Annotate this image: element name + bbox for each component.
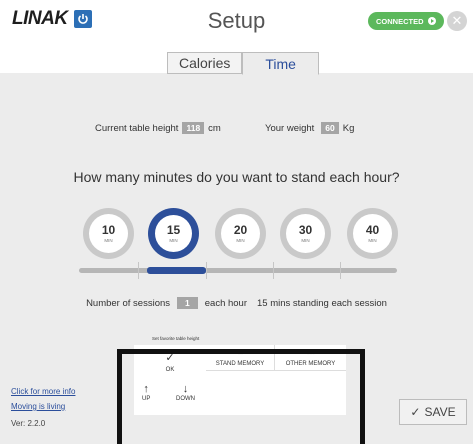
minutes-option-40[interactable]: 40 MIN — [347, 208, 398, 259]
minutes-option-15[interactable]: 15 MIN — [148, 208, 199, 259]
slider-tick — [340, 262, 341, 279]
weight-label: Your weight — [265, 122, 315, 134]
favorite-height-label: Set favorite table height — [152, 336, 200, 341]
sessions-row: Number of sessions 1 each hour 15 mins s… — [0, 297, 473, 309]
minutes-value: 15 — [166, 223, 181, 237]
sessions-value[interactable]: 1 — [177, 297, 198, 309]
tab-bar: Calories Time — [167, 52, 319, 75]
table-height-unit: cm — [208, 122, 221, 134]
minutes-option-30[interactable]: 30 MIN — [280, 208, 331, 259]
table-height-value[interactable]: 118 — [182, 122, 205, 134]
minutes-value: 40 — [365, 223, 380, 237]
minutes-unit: MIN — [104, 238, 113, 243]
minutes-option-10[interactable]: 10 MIN — [83, 208, 134, 259]
minutes-unit: MIN — [301, 238, 310, 243]
weight-unit: Kg — [342, 122, 355, 134]
sessions-label: Number of sessions — [86, 297, 171, 309]
sessions-summary: 15 mins standing each session — [257, 297, 387, 309]
tab-time[interactable]: Time — [242, 52, 319, 75]
slider-tick — [206, 262, 207, 279]
slider-tick — [273, 262, 274, 279]
minutes-value: 20 — [233, 223, 248, 237]
minutes-unit: MIN — [236, 238, 245, 243]
table-height-row: Current table height 118 cm — [95, 122, 221, 134]
slider-tick — [138, 262, 139, 279]
connection-status-badge[interactable]: CONNECTED — [368, 12, 444, 30]
stand-question: How many minutes do you want to stand ea… — [73, 169, 400, 185]
sessions-suffix: each hour — [204, 297, 248, 309]
overlay-frame — [117, 349, 365, 444]
weight-value[interactable]: 60 — [321, 122, 339, 134]
checkmark-icon: ✓ — [410, 405, 421, 419]
save-label: SAVE — [424, 405, 456, 419]
minutes-unit: MIN — [169, 238, 178, 243]
app-header: LINAK Setup CONNECTED ✕ — [0, 0, 473, 40]
minutes-value: 30 — [298, 223, 313, 237]
minutes-slider-fill[interactable] — [147, 267, 206, 274]
close-icon: ✕ — [451, 13, 463, 28]
moving-is-living-link[interactable]: Moving is living — [11, 402, 65, 411]
minutes-option-20[interactable]: 20 MIN — [215, 208, 266, 259]
save-button[interactable]: ✓ SAVE — [399, 399, 467, 425]
version-text: Ver: 2.2.0 — [11, 419, 46, 428]
minutes-slider-track[interactable] — [79, 268, 397, 273]
play-icon — [427, 17, 436, 25]
minutes-unit: MIN — [368, 238, 377, 243]
minutes-value: 10 — [101, 223, 116, 237]
connection-label: CONNECTED — [376, 16, 424, 26]
close-button[interactable]: ✕ — [447, 11, 467, 31]
table-height-label: Current table height — [95, 122, 179, 134]
more-info-link[interactable]: Click for more info — [11, 387, 75, 396]
tab-calories[interactable]: Calories — [167, 52, 243, 74]
weight-row: Your weight 60 Kg — [265, 122, 354, 134]
